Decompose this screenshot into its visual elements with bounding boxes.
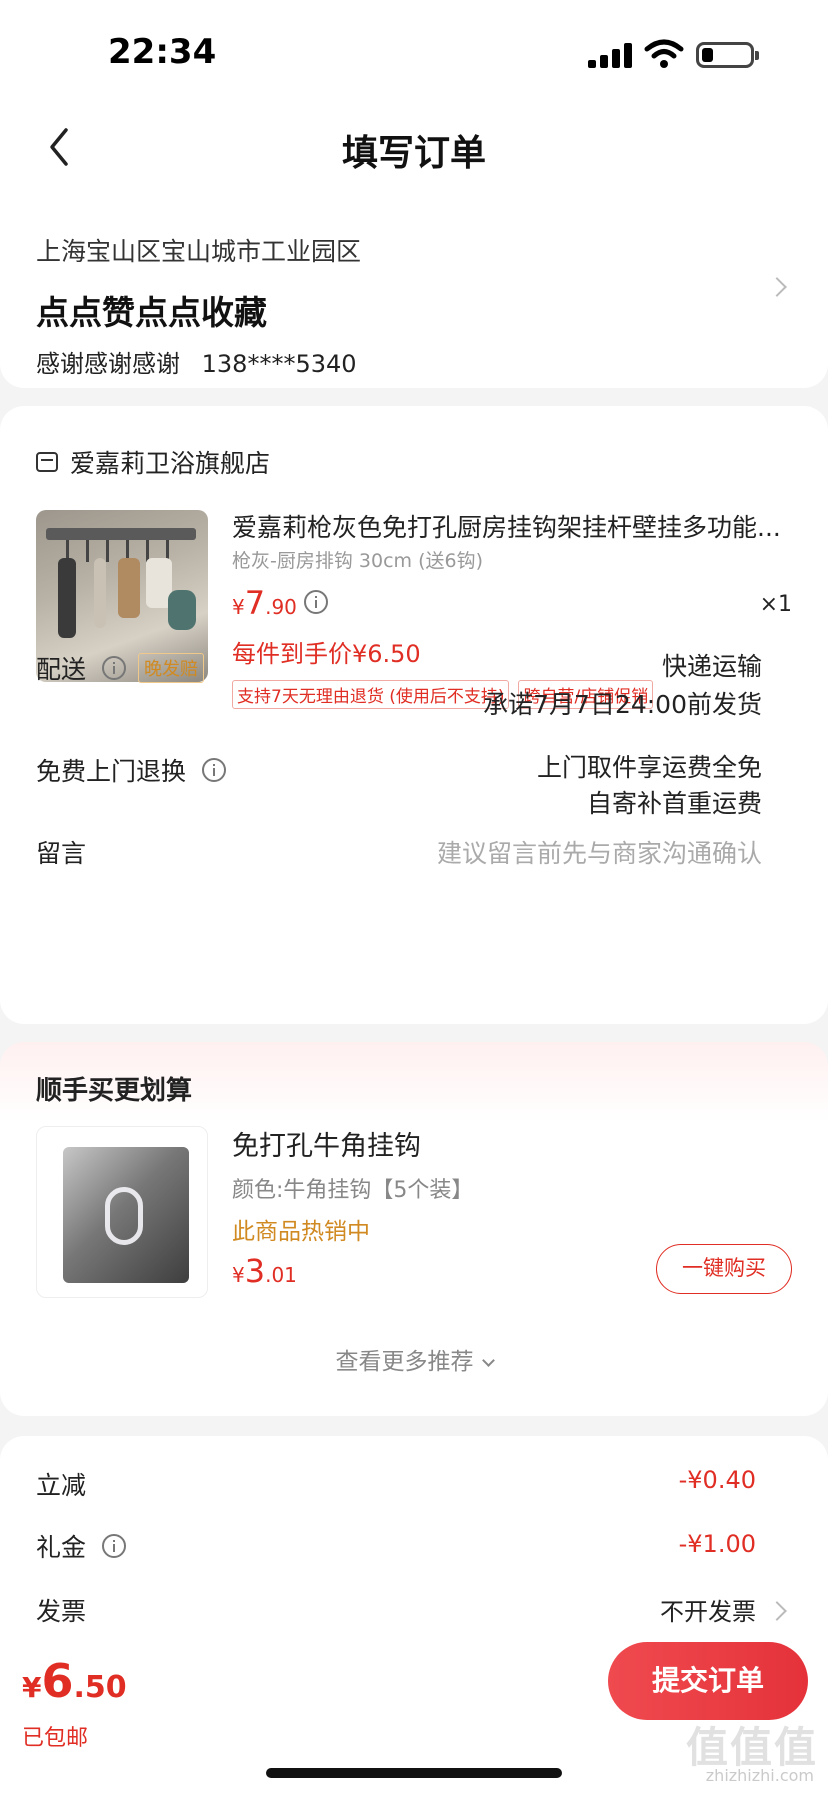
gift-value: -¥1.00	[678, 1530, 756, 1558]
invoice-label: 发票	[36, 1597, 87, 1626]
currency-symbol: ¥	[22, 1671, 42, 1704]
receiver-phone: 138****5340	[201, 350, 357, 378]
address-contact: 感谢感谢感谢 138****5340	[36, 344, 371, 379]
return-service-label-text: 免费上门退换	[36, 757, 187, 786]
status-time: 22:34	[108, 32, 217, 72]
recommend-card: 顺手买更划算 免打孔牛角挂钩 颜色:牛角挂钩【5个装】 此商品热销中 ¥ 3 .…	[0, 1042, 828, 1416]
shipping-status: 已包邮	[22, 1726, 89, 1751]
discount-label: 立减	[36, 1471, 87, 1500]
chevron-right-icon	[767, 1601, 787, 1621]
shop-name: 爱嘉莉卫浴旗舰店	[70, 449, 271, 478]
info-icon[interactable]	[102, 1534, 127, 1558]
signal-icon	[588, 42, 632, 68]
product-quantity: ×1	[759, 592, 792, 617]
price-integer: 3	[244, 1252, 266, 1290]
address-region: 上海宝山区宝山城市工业园区	[36, 237, 362, 266]
status-bar: 22:34	[0, 0, 828, 100]
page-title: 填写订单	[341, 133, 486, 174]
delivery-promise: 承诺7月7日24:00前发货	[483, 690, 762, 719]
product-title[interactable]: 爱嘉莉枪灰色免打孔厨房挂钩架挂杆壁挂多功能...	[232, 508, 792, 544]
currency-symbol: ¥	[232, 595, 245, 619]
info-icon[interactable]	[304, 590, 328, 614]
recommend-image[interactable]	[36, 1126, 208, 1298]
bottom-bar: ¥ 6 .50 已包邮 提交订单 值值值 zhizhizhi.com	[0, 1634, 828, 1795]
info-icon[interactable]	[102, 656, 127, 680]
address-name: 点点赞点点收藏	[36, 293, 267, 332]
return-service-line2: 自寄补首重运费	[586, 789, 762, 818]
more-recommend-link[interactable]: 查看更多推荐	[0, 1342, 828, 1376]
order-card: 爱嘉莉卫浴旗舰店 爱嘉莉枪灰色免打孔厨房挂钩架挂杆壁挂多功能... 枪灰-厨房排…	[0, 406, 828, 1024]
price-integer: 6	[41, 1654, 74, 1708]
return-service-line1: 上门取件享运费全免	[536, 753, 762, 782]
delivery-label: 配送 晚发赔	[36, 650, 205, 686]
total-price: ¥ 6 .50	[22, 1654, 127, 1708]
one-click-buy-button[interactable]: 一键购买	[656, 1244, 792, 1294]
submit-order-button[interactable]: 提交订单	[608, 1642, 808, 1720]
home-indicator	[266, 1768, 562, 1778]
product-spec[interactable]: 枪灰-厨房排钩 30cm (送6钩)	[232, 546, 483, 573]
final-price: 每件到手价¥6.50	[232, 640, 421, 668]
watermark-url: zhizhizhi.com	[705, 1766, 814, 1785]
message-input[interactable]: 建议留言前先与商家沟通确认	[437, 834, 762, 870]
chevron-right-icon	[767, 277, 787, 297]
price-decimal: .50	[73, 1670, 127, 1705]
shop-icon	[36, 452, 58, 472]
chevron-down-icon	[481, 1354, 495, 1367]
info-icon[interactable]	[202, 758, 227, 782]
delivery-method: 快递运输	[661, 652, 762, 681]
delivery-label-text: 配送	[36, 655, 87, 684]
more-recommend-label: 查看更多推荐	[335, 1349, 474, 1375]
shop-row[interactable]: 爱嘉莉卫浴旗舰店	[36, 444, 270, 480]
recommend-title: 顺手买更划算	[36, 1076, 193, 1106]
return-service-info: 上门取件享运费全免 自寄补首重运费	[537, 750, 762, 822]
recommend-name[interactable]: 免打孔牛角挂钩	[232, 1124, 421, 1163]
nav-bar: 填写订单	[0, 100, 828, 200]
late-badge: 晚发赔	[138, 653, 205, 683]
product-price: ¥ 7 .90	[232, 584, 297, 622]
gift-label-text: 礼金	[36, 1533, 87, 1562]
receiver-name: 感谢感谢感谢	[36, 350, 180, 378]
invoice-value[interactable]: 不开发票	[660, 1592, 756, 1627]
address-card[interactable]: 上海宝山区宝山城市工业园区 点点赞点点收藏 感谢感谢感谢 138****5340	[0, 200, 828, 388]
wifi-icon	[644, 39, 684, 68]
battery-icon	[696, 42, 759, 68]
gift-label: 礼金	[36, 1528, 127, 1564]
price-decimal: .90	[265, 595, 297, 619]
price-integer: 7	[244, 584, 266, 622]
delivery-info[interactable]: 快递运输 承诺7月7日24:00前发货	[483, 648, 762, 724]
tag-return-policy: 支持7天无理由退货 (使用后不支持)	[232, 680, 510, 709]
return-service-label: 免费上门退换	[36, 752, 227, 788]
discount-value: -¥0.40	[678, 1466, 756, 1494]
price-decimal: .01	[265, 1263, 297, 1287]
message-label: 留言	[36, 839, 87, 868]
recommend-price: ¥ 3 .01	[232, 1252, 297, 1290]
recommend-spec: 颜色:牛角挂钩【5个装】	[232, 1178, 474, 1203]
recommend-hot: 此商品热销中	[232, 1219, 370, 1245]
currency-symbol: ¥	[232, 1263, 245, 1287]
